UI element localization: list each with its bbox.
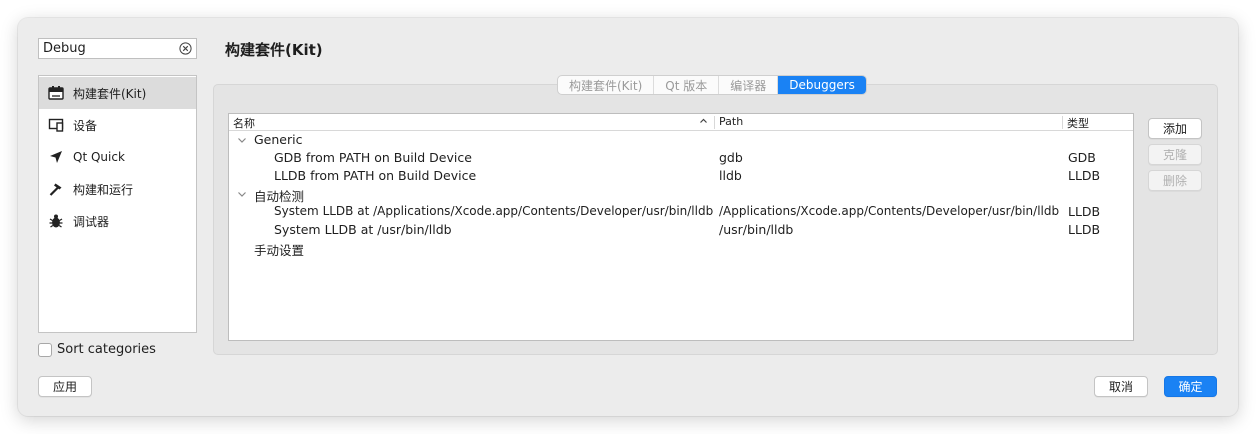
sidebar-item-label: 设备 bbox=[73, 118, 98, 133]
device-icon bbox=[47, 116, 65, 134]
ok-button[interactable]: 确定 bbox=[1164, 376, 1217, 397]
column-divider[interactable] bbox=[714, 116, 715, 129]
sidebar-item-kits[interactable]: 构建套件(Kit) bbox=[39, 77, 196, 109]
sort-categories-row[interactable]: Sort categories bbox=[38, 342, 156, 357]
row-type: LLDB bbox=[1068, 168, 1101, 183]
column-header-path[interactable]: Path bbox=[719, 115, 743, 128]
sidebar-item-qtquick[interactable]: Qt Quick bbox=[39, 141, 196, 173]
table-header: 名称 Path 类型 bbox=[229, 114, 1133, 131]
tree-group-row[interactable]: 自动检测 bbox=[229, 185, 1133, 204]
row-name: 手动设置 bbox=[254, 243, 305, 258]
row-name: LLDB from PATH on Build Device bbox=[274, 168, 477, 183]
column-header-name[interactable]: 名称 bbox=[233, 115, 255, 131]
search-field[interactable]: Debug bbox=[38, 38, 197, 59]
table-row[interactable]: LLDB from PATH on Build Device lldb LLDB bbox=[229, 167, 1133, 185]
clear-search-icon[interactable] bbox=[178, 42, 192, 56]
search-input[interactable]: Debug bbox=[43, 41, 178, 56]
sort-categories-checkbox[interactable] bbox=[38, 342, 52, 357]
clone-button[interactable]: 克隆 bbox=[1148, 144, 1202, 165]
sidebar-item-label: Qt Quick bbox=[73, 150, 125, 164]
row-path: lldb bbox=[719, 168, 742, 183]
row-name: System LLDB at /usr/bin/lldb bbox=[274, 222, 452, 237]
category-sidebar: 构建套件(Kit) 设备 Qt Quick 构建和运行 调试器 bbox=[38, 75, 197, 333]
column-divider[interactable] bbox=[1062, 116, 1063, 129]
tab-kits[interactable]: 构建套件(Kit) bbox=[558, 76, 655, 94]
tab-bar: 构建套件(Kit) Qt 版本 编译器 Debuggers bbox=[557, 75, 867, 95]
table-row[interactable]: System LLDB at /usr/bin/lldb /usr/bin/ll… bbox=[229, 221, 1133, 239]
tab-qt-versions[interactable]: Qt 版本 bbox=[654, 76, 720, 94]
tab-debuggers[interactable]: Debuggers bbox=[778, 76, 866, 94]
sidebar-item-build-run[interactable]: 构建和运行 bbox=[39, 173, 196, 205]
tree-group-row[interactable]: 手动设置 bbox=[229, 239, 1133, 258]
row-type: GDB bbox=[1068, 150, 1096, 165]
table-row[interactable]: GDB from PATH on Build Device gdb GDB bbox=[229, 149, 1133, 167]
row-path: /usr/bin/lldb bbox=[719, 222, 794, 237]
tab-compilers[interactable]: 编译器 bbox=[719, 76, 779, 94]
kit-icon bbox=[47, 84, 65, 102]
chevron-down-icon[interactable] bbox=[236, 134, 248, 146]
page-title: 构建套件(Kit) bbox=[225, 41, 323, 59]
row-type: LLDB bbox=[1068, 204, 1101, 219]
preferences-window: Debug 构建套件(Kit) 设备 Qt Quick 构建和运行 调试器 So… bbox=[18, 18, 1238, 416]
debuggers-tree[interactable]: 名称 Path 类型 Generic GDB from PATH on Buil… bbox=[228, 113, 1134, 341]
row-type: LLDB bbox=[1068, 222, 1101, 237]
row-name: Generic bbox=[254, 132, 303, 147]
column-header-type[interactable]: 类型 bbox=[1067, 115, 1089, 131]
chevron-down-icon[interactable] bbox=[236, 188, 248, 200]
table-row[interactable]: System LLDB at /Applications/Xcode.app/C… bbox=[229, 203, 1133, 221]
sort-ascending-icon bbox=[699, 114, 708, 131]
tree-group-row[interactable]: Generic bbox=[229, 131, 1133, 149]
row-path: gdb bbox=[719, 150, 743, 165]
row-name: System LLDB at /Applications/Xcode.app/C… bbox=[274, 204, 714, 218]
add-button[interactable]: 添加 bbox=[1148, 118, 1202, 139]
hammer-icon bbox=[47, 180, 65, 198]
sidebar-item-label: 构建套件(Kit) bbox=[73, 86, 147, 101]
remove-button[interactable]: 删除 bbox=[1148, 170, 1202, 191]
sidebar-item-debugger[interactable]: 调试器 bbox=[39, 205, 196, 237]
cancel-button[interactable]: 取消 bbox=[1094, 376, 1148, 397]
apply-button[interactable]: 应用 bbox=[38, 376, 92, 397]
qtquick-icon bbox=[47, 148, 65, 166]
sort-categories-label: Sort categories bbox=[57, 342, 156, 357]
row-name: GDB from PATH on Build Device bbox=[274, 150, 472, 165]
sidebar-item-devices[interactable]: 设备 bbox=[39, 109, 196, 141]
row-path: /Applications/Xcode.app/Contents/Develop… bbox=[719, 204, 1060, 218]
sidebar-item-label: 调试器 bbox=[73, 214, 110, 229]
bug-icon bbox=[47, 212, 65, 230]
sidebar-item-label: 构建和运行 bbox=[73, 182, 134, 197]
